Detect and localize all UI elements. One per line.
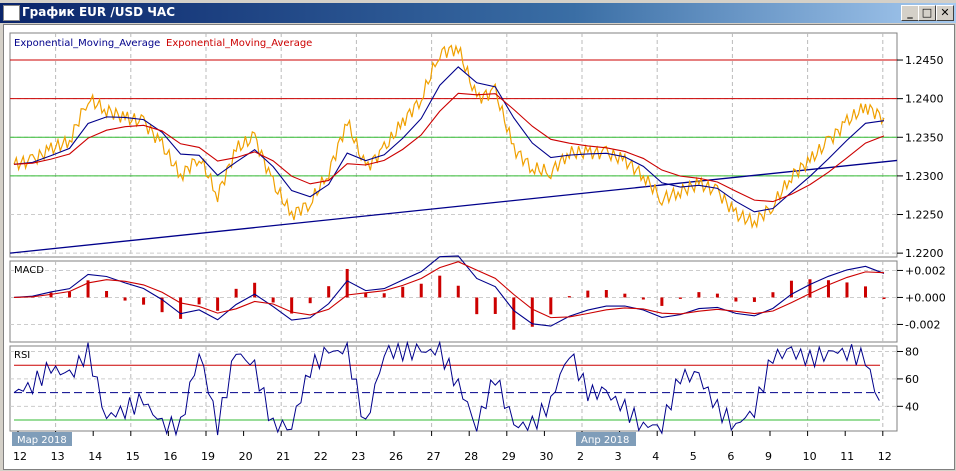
rsi-y-tick-label: 40	[905, 400, 919, 413]
price-y-tick-label: 1.2250	[905, 209, 944, 222]
x-tick-label: 10	[803, 450, 817, 463]
price-y-tick-label: 1.2200	[905, 247, 944, 260]
x-tick-label: 30	[539, 450, 553, 463]
month-label: Мар 2018	[17, 435, 67, 446]
rsi-y-tick-label: 80	[905, 345, 919, 358]
x-tick-label: 29	[502, 450, 516, 463]
price-y-tick-label: 1.2400	[905, 93, 944, 106]
x-tick-label: 12	[13, 450, 27, 463]
rsi-y-tick-label: 60	[905, 373, 919, 386]
price-y-tick-label: 1.2350	[905, 131, 944, 144]
x-tick-label: 21	[276, 450, 290, 463]
x-tick-label: 16	[163, 450, 177, 463]
x-tick-label: 27	[427, 450, 441, 463]
x-tick-label: 15	[126, 450, 140, 463]
x-tick-label: 2	[577, 450, 584, 463]
x-tick-label: 22	[314, 450, 328, 463]
price-panel	[9, 32, 898, 258]
chart-area[interactable]: 12 13 14 15 16 19 20 21 22 23 26 27 28 29 30 2 3 4 5 6 9 10 11…	[0, 0, 956, 471]
x-tick-label: 23	[351, 450, 365, 463]
x-tick-label: 20	[239, 450, 253, 463]
legend-ema-fast: Exponential_Moving_Average	[14, 38, 160, 49]
rsi-label: RSI	[14, 350, 30, 361]
macd-y-tick-label: +0.002	[905, 264, 946, 277]
macd-y-tick-label: -0.002	[905, 318, 940, 331]
x-tick-label: 28	[464, 450, 478, 463]
x-tick-label: 11	[840, 450, 854, 463]
price-y-tick-label: 1.2450	[905, 54, 944, 67]
x-tick-label: 26	[389, 450, 403, 463]
x-tick-label: 12	[878, 450, 892, 463]
x-tick-label: 14	[88, 450, 102, 463]
price-y-tick-label: 1.2300	[905, 170, 944, 183]
x-tick-label: 9	[765, 450, 772, 463]
x-tick-label: 5	[690, 450, 697, 463]
x-tick-label: 6	[727, 450, 734, 463]
legend-ema-slow: Exponential_Moving_Average	[166, 38, 312, 49]
x-tick-label: 4	[652, 450, 659, 463]
x-tick-label: 19	[201, 450, 215, 463]
x-tick-label: 3	[615, 450, 622, 463]
x-tick-label: 13	[51, 450, 65, 463]
macd-y-tick-label: +0.000	[905, 291, 946, 304]
macd-label: MACD	[14, 265, 44, 276]
month-label: Апр 2018	[581, 435, 629, 446]
